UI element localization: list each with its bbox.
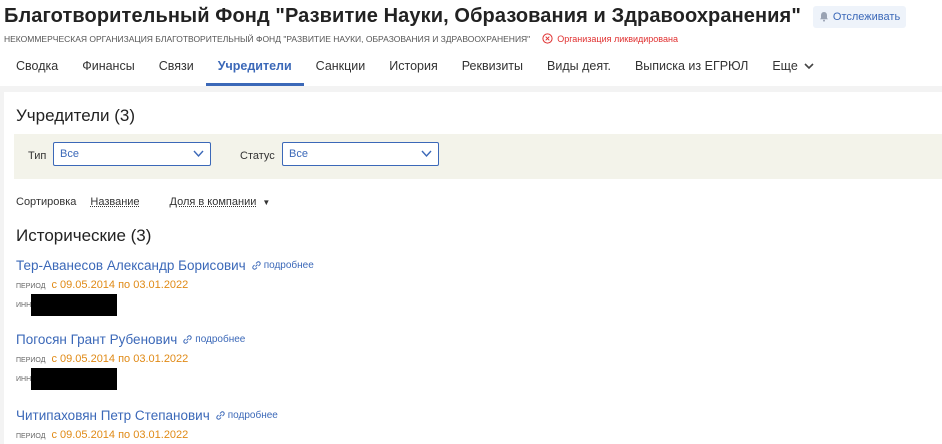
circle-x-icon [542, 33, 553, 44]
tab-label: Выписка из ЕГРЮЛ [634, 59, 749, 73]
section-title: Учредители (3) [16, 106, 136, 125]
inn-label: ИНН [16, 301, 32, 309]
sort-label: Сортировка [16, 196, 77, 208]
page-header: Благотворительный Фонд "Развитие Науки, … [0, 0, 942, 86]
tab-label: Учредители [217, 59, 292, 73]
type-filter-label: Тип [28, 150, 47, 162]
founder-item: Тер-Аванесов Александр Борисович подробн… [16, 258, 314, 316]
follow-button[interactable]: Отслеживать [812, 5, 907, 28]
tab-label: История [389, 59, 438, 73]
founder-name-link[interactable]: Тер-Аванесов Александр Борисович [16, 258, 246, 273]
tab-label: Еще [772, 59, 798, 73]
more-link[interactable]: подробнее [216, 410, 278, 421]
status-select[interactable]: Все [282, 142, 439, 166]
status-filter-label: Статус [240, 150, 275, 162]
chevron-down-icon [421, 150, 432, 158]
status-select-value: Все [289, 148, 308, 160]
tab-finance[interactable]: Финансы [70, 50, 146, 82]
more-link[interactable]: подробнее [252, 260, 314, 271]
founder-name-link[interactable]: Читипаховян Петр Степанович [16, 408, 210, 423]
title-row: Благотворительный Фонд "Развитие Науки, … [4, 5, 907, 28]
tab-sanctions[interactable]: Санкции [304, 50, 378, 82]
tab-more[interactable]: Еще [760, 50, 825, 82]
link-icon [216, 411, 225, 420]
status-badge: Организация ликвидирована [542, 33, 678, 44]
tab-requisites[interactable]: Реквизиты [450, 50, 535, 82]
tab-activities[interactable]: Виды деят. [535, 50, 623, 82]
more-link[interactable]: подробнее [183, 334, 245, 345]
bell-icon [819, 12, 828, 22]
period-label: ПЕРИОД [16, 357, 46, 364]
more-label: подробнее [195, 334, 246, 345]
tab-connections[interactable]: Связи [147, 50, 206, 82]
sort-by-name[interactable]: Название [90, 196, 139, 208]
more-label: подробнее [227, 410, 278, 421]
org-full-name: НЕКОММЕРЧЕСКАЯ ОРГАНИЗАЦИЯ БЛАГОТВОРИТЕЛ… [4, 33, 531, 44]
inn-redacted [31, 294, 118, 316]
sort-by-share-label: Доля в компании [169, 196, 257, 208]
sort-by-share[interactable]: Доля в компании ▼ [170, 196, 271, 208]
more-label: подробнее [263, 260, 314, 271]
page-title: Благотворительный Фонд "Развитие Науки, … [4, 5, 801, 27]
period-label: ПЕРИОД [16, 433, 46, 440]
sort-row: Сортировка Название Доля в компании ▼ [16, 196, 270, 208]
historical-title: Исторические (3) [16, 226, 152, 245]
tab-founders[interactable]: Учредители [205, 50, 304, 86]
link-icon [183, 335, 192, 344]
tab-label: Реквизиты [461, 59, 524, 73]
tab-label: Финансы [82, 59, 135, 73]
tab-egrul-extract[interactable]: Выписка из ЕГРЮЛ [623, 50, 760, 82]
status-text: Организация ликвидирована [557, 33, 678, 44]
founder-item: Читипаховян Петр Степанович подробнее ПЕ… [16, 408, 278, 441]
tab-summary[interactable]: Сводка [4, 50, 70, 82]
period-value: с 09.05.2014 по 03.01.2022 [51, 353, 189, 365]
type-select-value: Все [60, 148, 79, 160]
founders-panel: Учредители (3) Тип Все Статус Все Сортир… [4, 92, 942, 444]
tab-bar: Сводка Финансы Связи Учредители Санкции … [4, 50, 826, 86]
type-select[interactable]: Все [53, 142, 211, 166]
founder-name-link[interactable]: Погосян Грант Рубенович [16, 332, 177, 347]
subtitle-row: НЕКОММЕРЧЕСКАЯ ОРГАНИЗАЦИЯ БЛАГОТВОРИТЕЛ… [4, 33, 678, 44]
founder-item: Погосян Грант Рубенович подробнее ПЕРИОД… [16, 332, 245, 390]
tab-label: Сводка [16, 59, 59, 73]
tab-label: Связи [158, 59, 194, 73]
inn-redacted [31, 368, 118, 390]
tab-label: Санкции [315, 59, 366, 73]
period-value: с 09.05.2014 по 03.01.2022 [51, 429, 189, 441]
tab-history[interactable]: История [377, 50, 449, 82]
period-value: с 09.05.2014 по 03.01.2022 [51, 279, 189, 291]
caret-down-icon: ▼ [262, 197, 271, 207]
chevron-down-icon [193, 150, 204, 158]
tab-label: Виды деят. [547, 59, 611, 73]
link-icon [252, 261, 261, 270]
chevron-down-icon [804, 62, 814, 69]
inn-label: ИНН [16, 375, 32, 383]
filter-bar: Тип Все Статус Все [14, 134, 942, 179]
period-label: ПЕРИОД [16, 283, 46, 290]
follow-label: Отслеживать [832, 10, 901, 23]
